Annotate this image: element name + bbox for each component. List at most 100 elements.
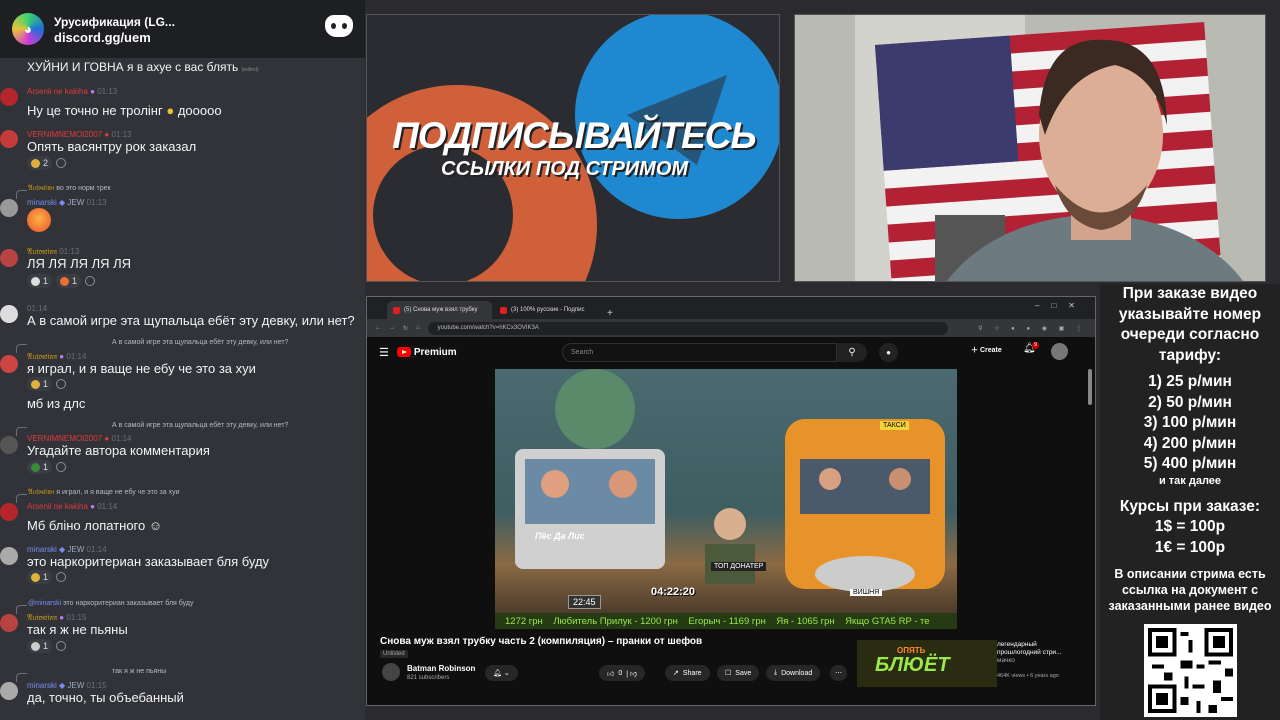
reactions[interactable]: 1 (27, 460, 67, 474)
top-donator-label: ТОП ДОНАТЕР (711, 562, 767, 571)
reaction-pill[interactable]: 2 (27, 156, 53, 170)
browser-tab[interactable]: (3) 100% русские - Подпис (494, 301, 599, 319)
video-player[interactable]: Пёс Да Лис ТОП ДОНАТЕР ТАКСИ 22:45 04:22… (495, 369, 957, 629)
reaction-pill[interactable]: 1 (27, 377, 53, 391)
url-field[interactable]: youtube.com/watch?v=hKCx3OVIK3A (427, 321, 948, 335)
home-icon[interactable]: ⌂ (416, 325, 420, 331)
avatar[interactable] (0, 503, 18, 521)
discord-chat-panel: ◕ Урусификация (LG... discord.gg/uem ХУЙ… (0, 0, 365, 720)
message-author[interactable]: Arsenii ne kakiha ● 01:14 (27, 502, 117, 511)
search-input[interactable]: Search (562, 343, 837, 362)
forward-icon[interactable]: → (389, 325, 395, 331)
avatar[interactable] (0, 130, 18, 148)
reply-preview[interactable]: 𝔄𝔲𝔱𝔬𝔰𝔱𝔦𝔞𝔫 я играл, и я ваще не ебу че эт… (16, 489, 180, 503)
rate-usd: 1$ = 100р (1154, 518, 1226, 535)
reply-preview[interactable]: А в самой игре эта щупальца ебёт эту дев… (15, 422, 288, 436)
reply-preview[interactable]: А в самой игре эта щупальца ебёт эту дев… (15, 339, 288, 353)
discord-logo-icon (325, 15, 353, 37)
webcam-scene (795, 15, 1265, 281)
reaction-pill[interactable]: 1 (56, 274, 82, 288)
message-author[interactable]: minarski ◆ JEW 01:15 (27, 681, 107, 690)
reload-icon[interactable]: ↻ (403, 325, 408, 332)
like-button[interactable]: 👍︎ 0 | 👎︎ (599, 665, 646, 681)
rates-title: Курсы при заказе: (1119, 497, 1261, 515)
avatar[interactable] (0, 682, 18, 700)
reactions[interactable]: 1 (27, 570, 67, 584)
page-scrollbar[interactable] (1088, 369, 1092, 405)
browser-tab-active[interactable]: (5) Снова муж взял трубку (387, 301, 492, 319)
avatar[interactable] (0, 305, 18, 323)
window-controls[interactable]: –□✕ (1035, 301, 1087, 310)
subscribe-bell-button[interactable]: 🔔︎ ⌄ (485, 665, 518, 681)
reactions[interactable]: 1 (27, 639, 67, 653)
add-reaction-icon[interactable] (56, 379, 67, 389)
reactions[interactable]: 2 (27, 156, 67, 170)
channel-name[interactable]: Batman Robinson (407, 664, 475, 673)
avatar[interactable] (0, 436, 18, 454)
message-author[interactable]: VERNIMNEMOI2007 ● 01:14 (27, 434, 131, 443)
more-options-icon[interactable]: ⋯ (830, 665, 847, 681)
extension-icons[interactable]: ⚲ ☆ ● ● ◉ ▣ ⋮ (978, 325, 1087, 332)
add-reaction-icon[interactable] (85, 276, 96, 286)
message-author[interactable]: VERNIMNEMOI2007 ● 01:13 (27, 130, 131, 139)
message-text: Угадайте автора комментария (27, 443, 210, 458)
avatar[interactable] (0, 249, 18, 267)
suggested-video-thumbnail[interactable]: ОПЯТЬ БЛЮЁТ (857, 640, 997, 687)
new-tab-button[interactable]: + (601, 308, 619, 319)
reactions[interactable]: 1 (27, 377, 67, 391)
reaction-pill[interactable]: 1 (27, 639, 53, 653)
add-reaction-icon[interactable] (56, 572, 67, 582)
message-author[interactable]: 01:14 (27, 304, 47, 313)
tariff-item: 3) 100 р/мин (1143, 414, 1237, 431)
download-button[interactable]: ⤓ Download (766, 665, 821, 681)
avatar[interactable] (0, 88, 18, 106)
menu-icon[interactable]: ☰ (379, 346, 389, 359)
server-name: Урусификация (LG... (54, 14, 175, 29)
message-author[interactable]: Arsenii ne kakiha ● 01:13 (27, 87, 117, 96)
reply-preview[interactable]: так я ж не пьяны (15, 668, 166, 682)
reaction-pill[interactable]: 1 (27, 274, 53, 288)
reply-preview[interactable]: 𝔄𝔲𝔱𝔬𝔰𝔱𝔦𝔞𝔫 во это норм трек (16, 185, 111, 199)
save-button[interactable]: ☐ Save (717, 665, 760, 681)
avatar[interactable] (0, 614, 18, 632)
rate-eur: 1€ = 100р (1154, 538, 1226, 556)
back-icon[interactable]: ← (375, 325, 381, 331)
server-invite-link[interactable]: discord.gg/uem (54, 30, 175, 45)
message-text: Ну це точно не тролінг ● дооооо (27, 103, 222, 118)
add-reaction-icon[interactable] (56, 462, 67, 472)
reactions[interactable]: 11 (27, 274, 96, 288)
add-reaction-icon[interactable] (56, 641, 67, 651)
message-author[interactable]: minarski ◆ JEW 01:13 (27, 198, 107, 207)
unlisted-badge: Unlisted (380, 650, 408, 658)
angry-emoji-icon (27, 208, 51, 232)
thumbnail-text: БЛЮЁТ (875, 654, 950, 676)
tariff-item: 4) 200 р/мин (1143, 434, 1237, 452)
youtube-favicon-icon (393, 306, 400, 314)
message-text: ЛЯ ЛЯ ЛЯ ЛЯ ЛЯ (27, 256, 132, 271)
share-button[interactable]: ↗ Share (665, 665, 710, 681)
description-note: В описании стрима есть ссылка на докумен… (1108, 567, 1272, 613)
avatar[interactable] (1051, 343, 1068, 360)
qr-code-icon (1144, 624, 1237, 717)
create-button[interactable]: ＋ Create (971, 345, 1002, 355)
channel-avatar[interactable] (382, 663, 400, 681)
mic-icon[interactable]: ● (879, 343, 898, 362)
message-text: да, точно, ты объебанный (27, 690, 184, 705)
suggested-video-title[interactable]: легендарный прошлогодний стри... мачко (997, 641, 1077, 665)
avatar[interactable] (0, 355, 18, 373)
taxi-sign: ТАКСИ (880, 421, 909, 430)
donation-ticker: 1272 грн Любитель Прилук - 1200 грн Егор… (505, 616, 930, 627)
subscribe-banner: ПОДПИСЫВАЙТЕСЬ ССЫЛКИ ПОД СТРИМОМ (366, 14, 780, 282)
message-text: так я ж не пьяны (27, 622, 128, 637)
search-icon[interactable]: ⚲ (837, 343, 867, 362)
reaction-pill[interactable]: 1 (27, 460, 53, 474)
tariff-etc: и так далее (1158, 474, 1222, 487)
clock-display: 22:45 (568, 595, 601, 609)
avatar[interactable] (0, 547, 18, 565)
reaction-pill[interactable]: 1 (27, 570, 53, 584)
message-author[interactable]: minarski ◆ JEW 01:14 (27, 545, 107, 554)
avatar[interactable] (0, 199, 18, 217)
youtube-logo[interactable]: Premium (396, 347, 457, 358)
add-reaction-icon[interactable] (56, 158, 67, 168)
reply-preview[interactable]: @minarski это наркоритериан заказывает б… (15, 600, 193, 614)
